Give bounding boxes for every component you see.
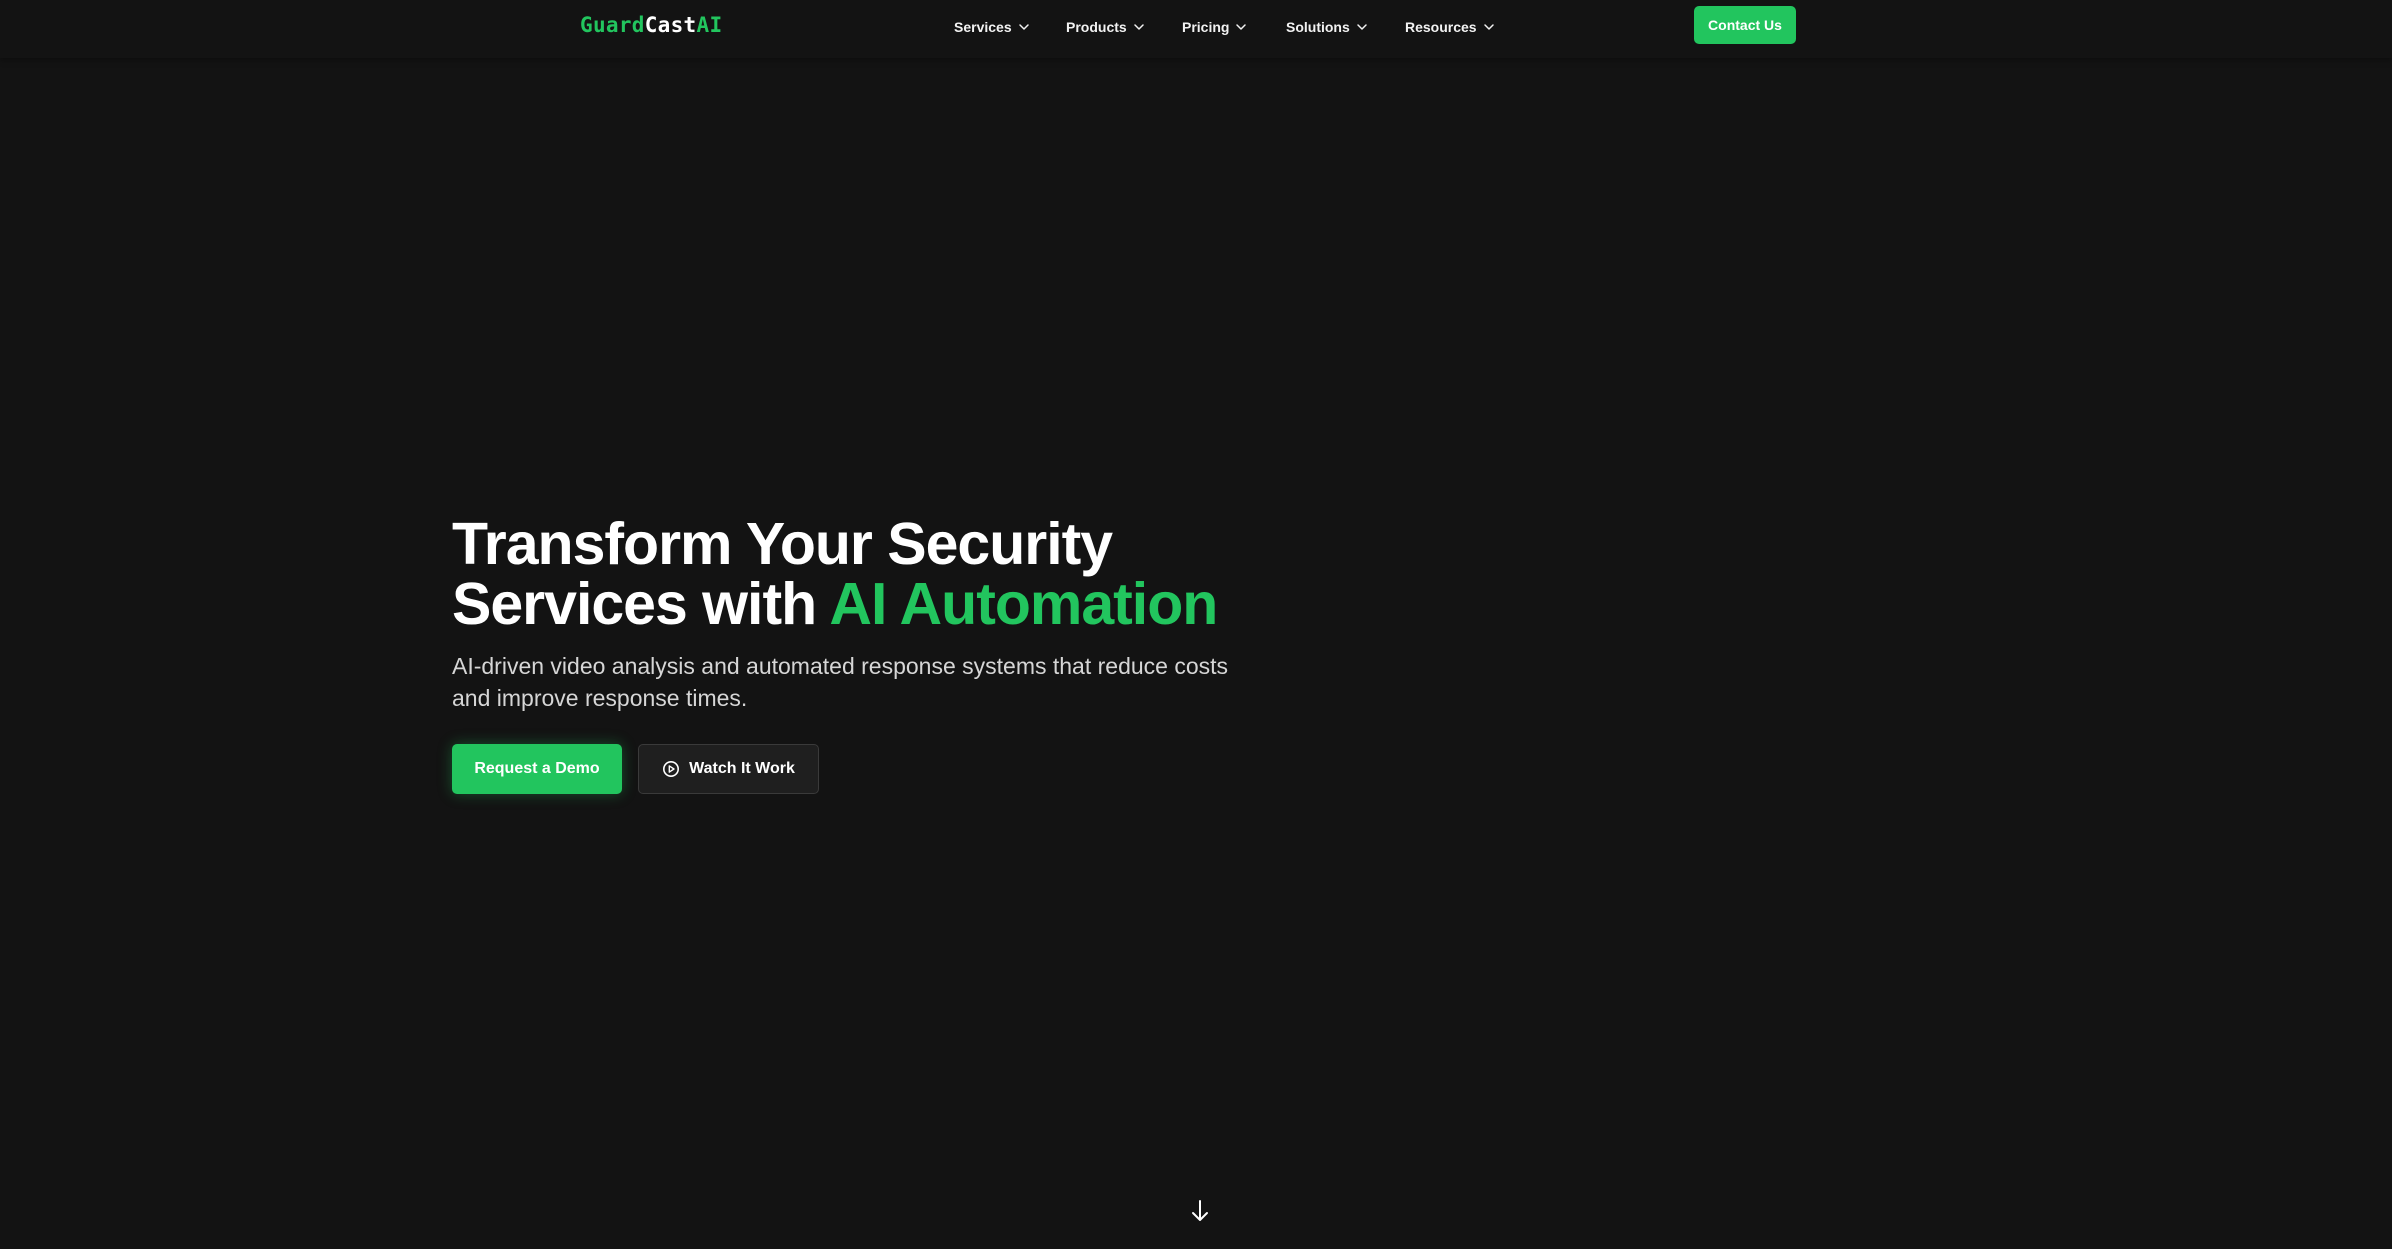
- nav-products[interactable]: Products: [1066, 17, 1145, 37]
- contact-us-button[interactable]: Contact Us: [1694, 6, 1796, 44]
- logo-part-guard: Guard: [580, 13, 645, 37]
- logo-part-ai: AI: [696, 13, 723, 37]
- nav-pricing-label: Pricing: [1182, 19, 1230, 35]
- nav-services-label: Services: [954, 19, 1012, 35]
- logo[interactable]: GuardCastAI: [580, 13, 722, 37]
- chevron-down-icon: [1357, 24, 1367, 30]
- logo-part-cast: Cast: [644, 13, 697, 37]
- hero-title-accent: AI Automation: [829, 571, 1218, 637]
- chevron-down-icon: [1018, 24, 1029, 30]
- play-circle-icon: [663, 761, 680, 777]
- nav-solutions-label: Solutions: [1286, 19, 1350, 35]
- hero-title: Transform Your Security Services with AI…: [452, 514, 1352, 634]
- watch-it-work-button[interactable]: Watch It Work: [638, 744, 819, 794]
- request-demo-button[interactable]: Request a Demo: [452, 744, 622, 794]
- nav-products-label: Products: [1066, 19, 1127, 35]
- hero-subtitle: AI-driven video analysis and automated r…: [452, 653, 1229, 711]
- chevron-down-icon: [1133, 24, 1144, 30]
- top-navbar: GuardCastAI Services Products Pricing So…: [0, 0, 2392, 58]
- nav-resources[interactable]: Resources: [1405, 17, 1495, 37]
- nav-resources-label: Resources: [1405, 19, 1477, 35]
- hero-title-line2: Services with: [452, 571, 830, 637]
- nav-solutions[interactable]: Solutions: [1286, 17, 1368, 37]
- nav-services[interactable]: Services: [954, 17, 1030, 37]
- watch-it-work-label: Watch It Work: [689, 760, 795, 777]
- arrow-down-icon[interactable]: [1188, 1198, 1212, 1224]
- hero-title-line1: Transform Your Security: [452, 511, 1113, 577]
- chevron-down-icon: [1483, 24, 1494, 30]
- chevron-down-icon: [1236, 24, 1247, 30]
- nav-pricing[interactable]: Pricing: [1182, 17, 1247, 37]
